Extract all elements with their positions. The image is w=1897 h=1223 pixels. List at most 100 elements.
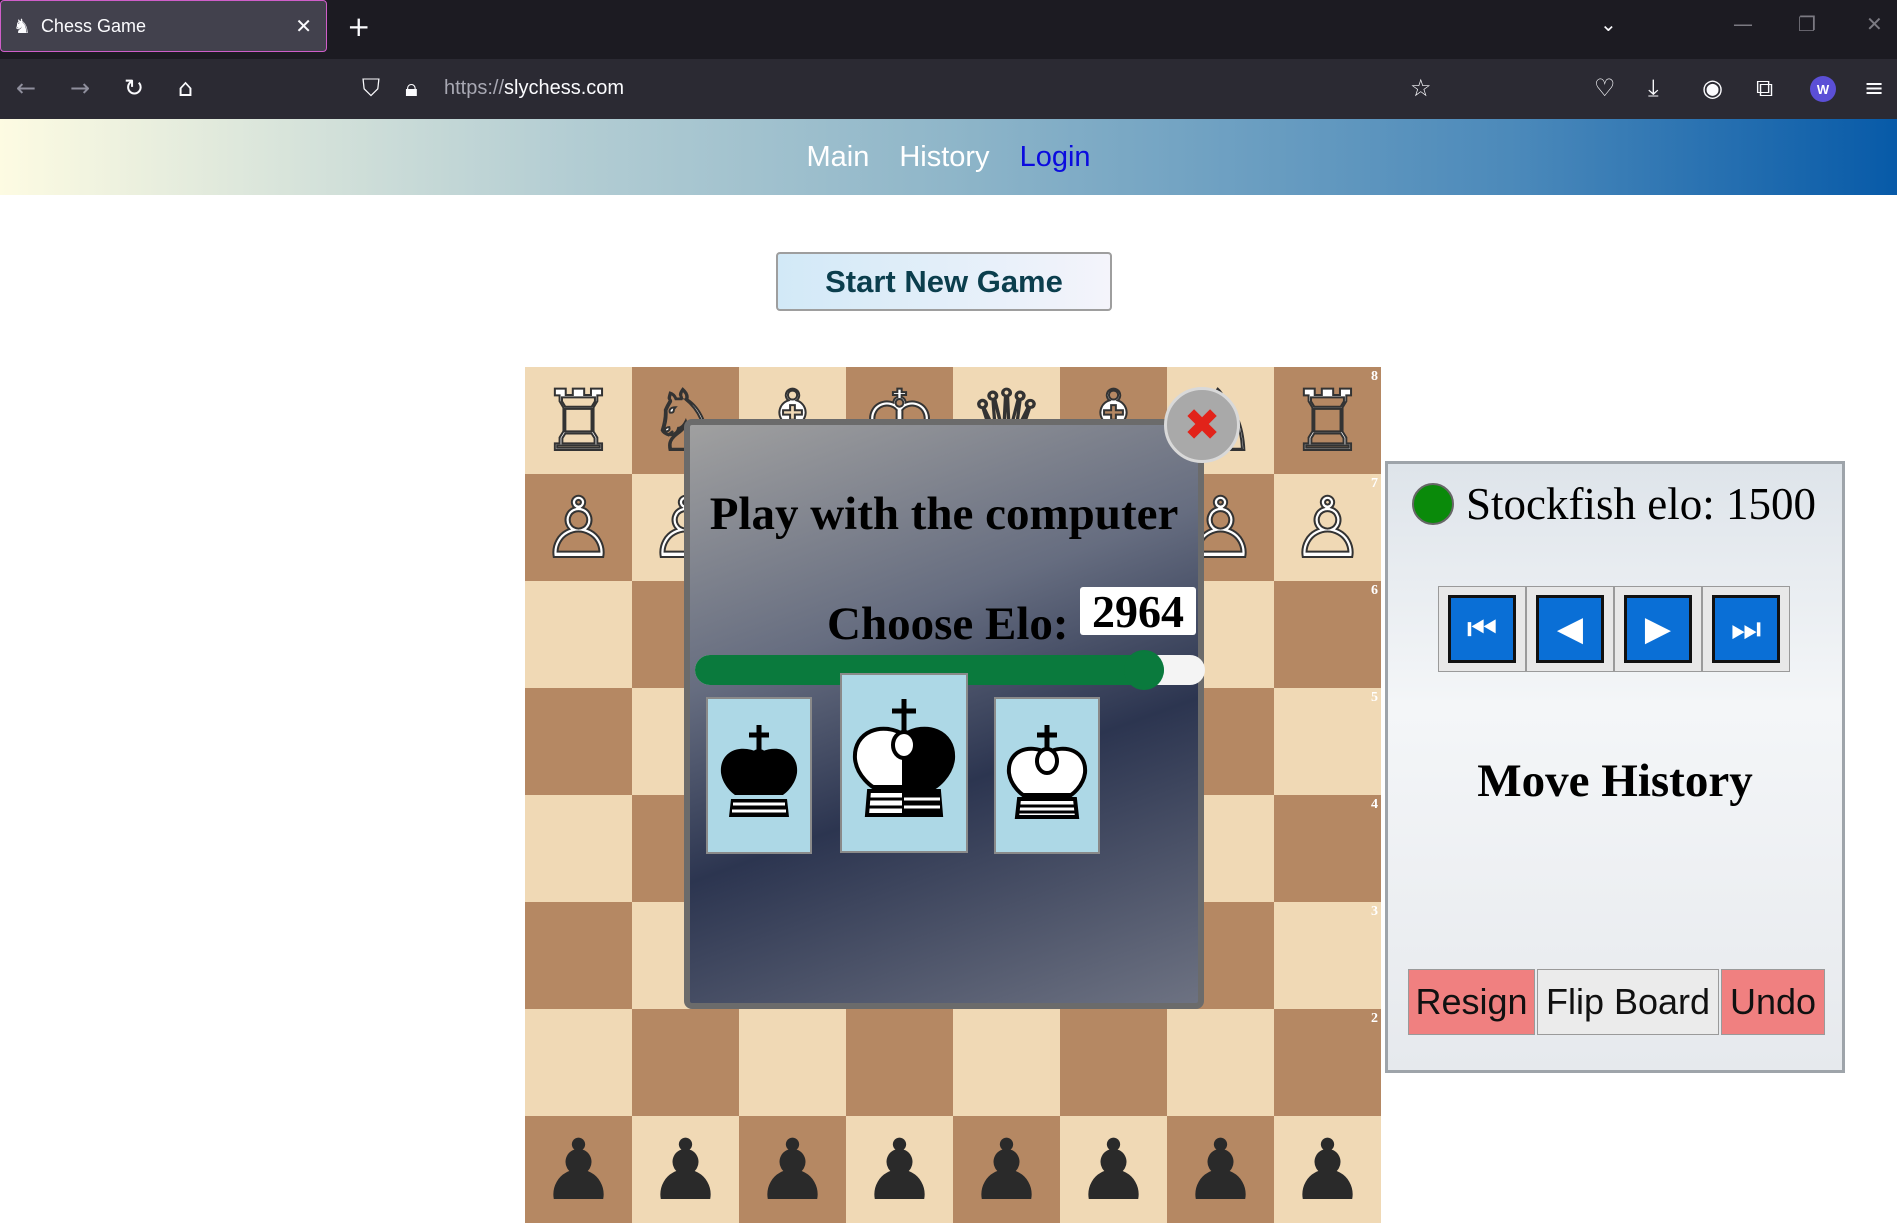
undo-button[interactable]: Undo — [1721, 969, 1825, 1035]
board-square[interactable]: ♟ — [1060, 1116, 1167, 1223]
white-piece[interactable]: ♙ — [540, 485, 617, 571]
menu-icon[interactable]: ≡ — [1864, 75, 1884, 101]
play-black-button[interactable] — [706, 697, 812, 854]
modal-close-button[interactable]: ✖ — [1164, 387, 1240, 463]
last-move-button[interactable]: ⏭ — [1702, 586, 1790, 672]
shield-icon[interactable]: ⛉ — [362, 75, 380, 101]
window-close-icon[interactable]: ✕ — [1866, 12, 1883, 36]
black-piece[interactable]: ♟ — [1076, 1128, 1151, 1212]
black-piece[interactable]: ♟ — [755, 1128, 830, 1212]
board-square[interactable] — [1167, 1009, 1274, 1116]
step-back-icon: ◀ — [1536, 595, 1604, 663]
move-navigation: ⏮ ◀ ▶ ⏭ — [1438, 586, 1790, 672]
previous-move-button[interactable]: ◀ — [1526, 586, 1614, 672]
board-square[interactable]: 2 — [1274, 1009, 1381, 1116]
board-square[interactable] — [632, 1009, 739, 1116]
elo-value-display: 2964 — [1080, 586, 1196, 637]
board-square[interactable]: ♟ — [846, 1116, 953, 1223]
board-square[interactable] — [953, 1009, 1060, 1116]
board-square[interactable]: ♙ — [525, 474, 632, 581]
nav-main-link[interactable]: Main — [806, 141, 869, 174]
board-square[interactable]: ♟ — [953, 1116, 1060, 1223]
minimize-icon[interactable]: — — [1733, 12, 1753, 36]
step-forward-icon: ▶ — [1624, 595, 1692, 663]
board-square[interactable]: ♟ — [525, 1116, 632, 1223]
profile-avatar[interactable]: W — [1810, 76, 1836, 102]
restore-icon[interactable]: ❐ — [1798, 12, 1816, 36]
board-square[interactable] — [739, 1009, 846, 1116]
tab-chess-game[interactable]: ♞ Chess Game ✕ — [0, 0, 327, 52]
play-white-button[interactable] — [994, 697, 1100, 854]
board-square[interactable] — [525, 581, 632, 688]
nav-history-link[interactable]: History — [899, 141, 989, 174]
forward-icon[interactable]: → — [70, 75, 90, 101]
black-king-icon — [720, 724, 798, 817]
tab-list-chevron-icon[interactable]: ⌄ — [1600, 12, 1617, 36]
board-square[interactable] — [525, 1009, 632, 1116]
board-square[interactable] — [846, 1009, 953, 1116]
half-black-half-white-king-icon — [852, 699, 956, 817]
board-square[interactable]: ♟ — [1274, 1116, 1381, 1223]
rank-label: 5 — [1371, 690, 1378, 705]
black-piece[interactable]: ♟ — [648, 1128, 723, 1212]
engine-elo-label: Stockfish elo: 1500 — [1466, 479, 1816, 529]
engine-status-dot — [1412, 483, 1454, 525]
home-icon[interactable]: ⌂ — [178, 75, 193, 101]
browser-tab-bar: ♞ Chess Game ✕ + ⌄ — ❐ ✕ — [0, 0, 1897, 59]
white-king-icon — [1006, 724, 1088, 819]
game-action-buttons: Resign Flip Board Undo — [1408, 969, 1825, 1035]
board-square[interactable]: 5 — [1274, 688, 1381, 795]
board-square[interactable]: ♙ 7 — [1274, 474, 1381, 581]
next-move-button[interactable]: ▶ — [1614, 586, 1702, 672]
game-side-panel: Stockfish elo: 1500 ⏮ ◀ ▶ ⏭ Move History… — [1385, 461, 1845, 1073]
board-square[interactable] — [525, 902, 632, 1009]
tab-close-icon[interactable]: ✕ — [295, 14, 312, 38]
browser-toolbar: ← → ↻ ⌂ ⛉ 🔒︎ https://slychess.com ☆ ♡ ⤓ … — [0, 59, 1897, 119]
rank-label: 2 — [1371, 1011, 1378, 1026]
account-icon[interactable]: ◉ — [1702, 75, 1723, 101]
flip-board-button[interactable]: Flip Board — [1537, 969, 1719, 1035]
back-icon[interactable]: ← — [16, 75, 36, 101]
pocket-icon[interactable]: ♡ — [1594, 75, 1616, 101]
board-square[interactable]: ♟ — [632, 1116, 739, 1223]
board-square[interactable] — [525, 688, 632, 795]
black-piece[interactable]: ♟ — [969, 1128, 1044, 1212]
elo-slider-thumb[interactable] — [1123, 650, 1164, 690]
rank-label: 6 — [1371, 583, 1378, 598]
url-protocol: https:// — [444, 77, 505, 99]
white-piece[interactable]: ♙ — [1289, 485, 1366, 571]
engine-status: Stockfish elo: 1500 — [1412, 478, 1816, 530]
white-piece[interactable]: ♖ — [540, 378, 617, 464]
new-tab-button[interactable]: + — [347, 10, 370, 43]
url-bar[interactable]: https://slychess.com — [444, 77, 624, 100]
black-piece[interactable]: ♟ — [1183, 1128, 1258, 1212]
play-random-button[interactable] — [840, 673, 968, 853]
download-icon[interactable]: ⤓ — [1648, 75, 1659, 101]
black-piece[interactable]: ♟ — [1290, 1128, 1365, 1212]
tab-title: Chess Game — [40, 15, 146, 36]
rank-label: 3 — [1371, 904, 1378, 919]
nav-login-link[interactable]: Login — [1020, 141, 1091, 174]
board-square[interactable]: 3 — [1274, 902, 1381, 1009]
board-square[interactable]: 6 — [1274, 581, 1381, 688]
board-square[interactable]: ♟ — [739, 1116, 846, 1223]
extensions-icon[interactable]: ⧉ — [1756, 75, 1773, 101]
chess-knight-favicon-icon: ♞ — [13, 14, 31, 38]
lock-icon[interactable]: 🔒︎ — [405, 75, 418, 101]
board-square[interactable] — [525, 795, 632, 902]
play-computer-modal: Play with the computer Choose Elo: 2964 — [684, 419, 1205, 1009]
board-square[interactable]: ♖ — [525, 367, 632, 474]
board-square[interactable]: ♖ 8 — [1274, 367, 1381, 474]
first-move-button[interactable]: ⏮ — [1438, 586, 1526, 672]
reload-icon[interactable]: ↻ — [124, 75, 144, 101]
board-square[interactable]: 4 — [1274, 795, 1381, 902]
board-square[interactable]: ♟ — [1167, 1116, 1274, 1223]
resign-button[interactable]: Resign — [1408, 969, 1535, 1035]
bookmark-star-icon[interactable]: ☆ — [1410, 75, 1432, 101]
start-new-game-button[interactable]: Start New Game — [776, 252, 1112, 311]
board-square[interactable] — [1060, 1009, 1167, 1116]
black-piece[interactable]: ♟ — [862, 1128, 937, 1212]
skip-forward-icon: ⏭ — [1712, 595, 1780, 663]
white-piece[interactable]: ♖ — [1289, 378, 1366, 464]
black-piece[interactable]: ♟ — [541, 1128, 616, 1212]
